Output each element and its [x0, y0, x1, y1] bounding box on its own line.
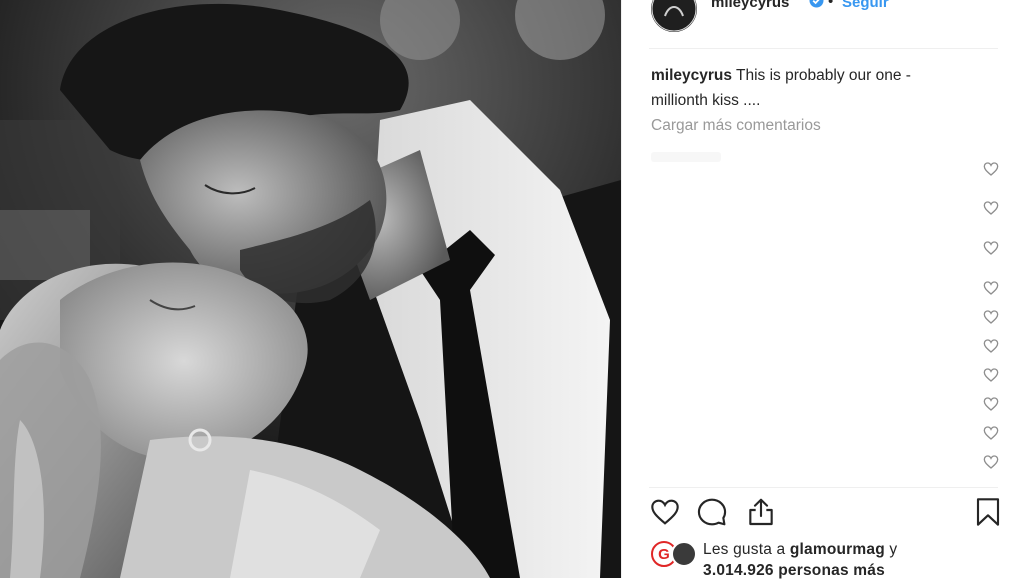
- likes-username[interactable]: glamourmag: [790, 541, 885, 558]
- comment-heart-icon[interactable]: [983, 200, 999, 216]
- comment-heart-icon[interactable]: [983, 454, 999, 470]
- heart-icon[interactable]: [649, 496, 681, 528]
- comment-heart-icon[interactable]: [983, 280, 999, 296]
- likes-summary: G Les gusta a glamourmag y 3.014.926 per…: [651, 537, 1011, 581]
- comment-heart-icon[interactable]: [983, 396, 999, 412]
- likes-text: Les gusta a glamourmag y 3.014.926 perso…: [703, 539, 897, 581]
- comment-heart-icon[interactable]: [983, 367, 999, 383]
- comment-icon[interactable]: [696, 496, 728, 528]
- comment-heart-icon[interactable]: [983, 425, 999, 441]
- comment-placeholder: [651, 152, 721, 162]
- comment-heart-icon[interactable]: [983, 161, 999, 177]
- post-side-panel: mileycyrus • Seguir mileycyrus This is p…: [621, 0, 1028, 581]
- bookmark-icon[interactable]: [972, 496, 1004, 528]
- post-photo[interactable]: [0, 0, 621, 578]
- comment-heart-icon[interactable]: [983, 240, 999, 256]
- post-actions-bar: [622, 496, 1028, 536]
- comment-heart-icon[interactable]: [983, 309, 999, 325]
- comments-list: [622, 0, 1028, 480]
- share-icon[interactable]: [745, 496, 777, 528]
- liker-avatar-secondary: [671, 541, 697, 567]
- comment-heart-icon[interactable]: [983, 338, 999, 354]
- likes-count[interactable]: 3.014.926 personas más: [703, 562, 885, 579]
- likes-prefix: Les gusta a: [703, 541, 790, 558]
- kiss-photo-illustration: [0, 0, 621, 578]
- likes-mid: y: [884, 541, 898, 558]
- actions-divider: [649, 487, 998, 488]
